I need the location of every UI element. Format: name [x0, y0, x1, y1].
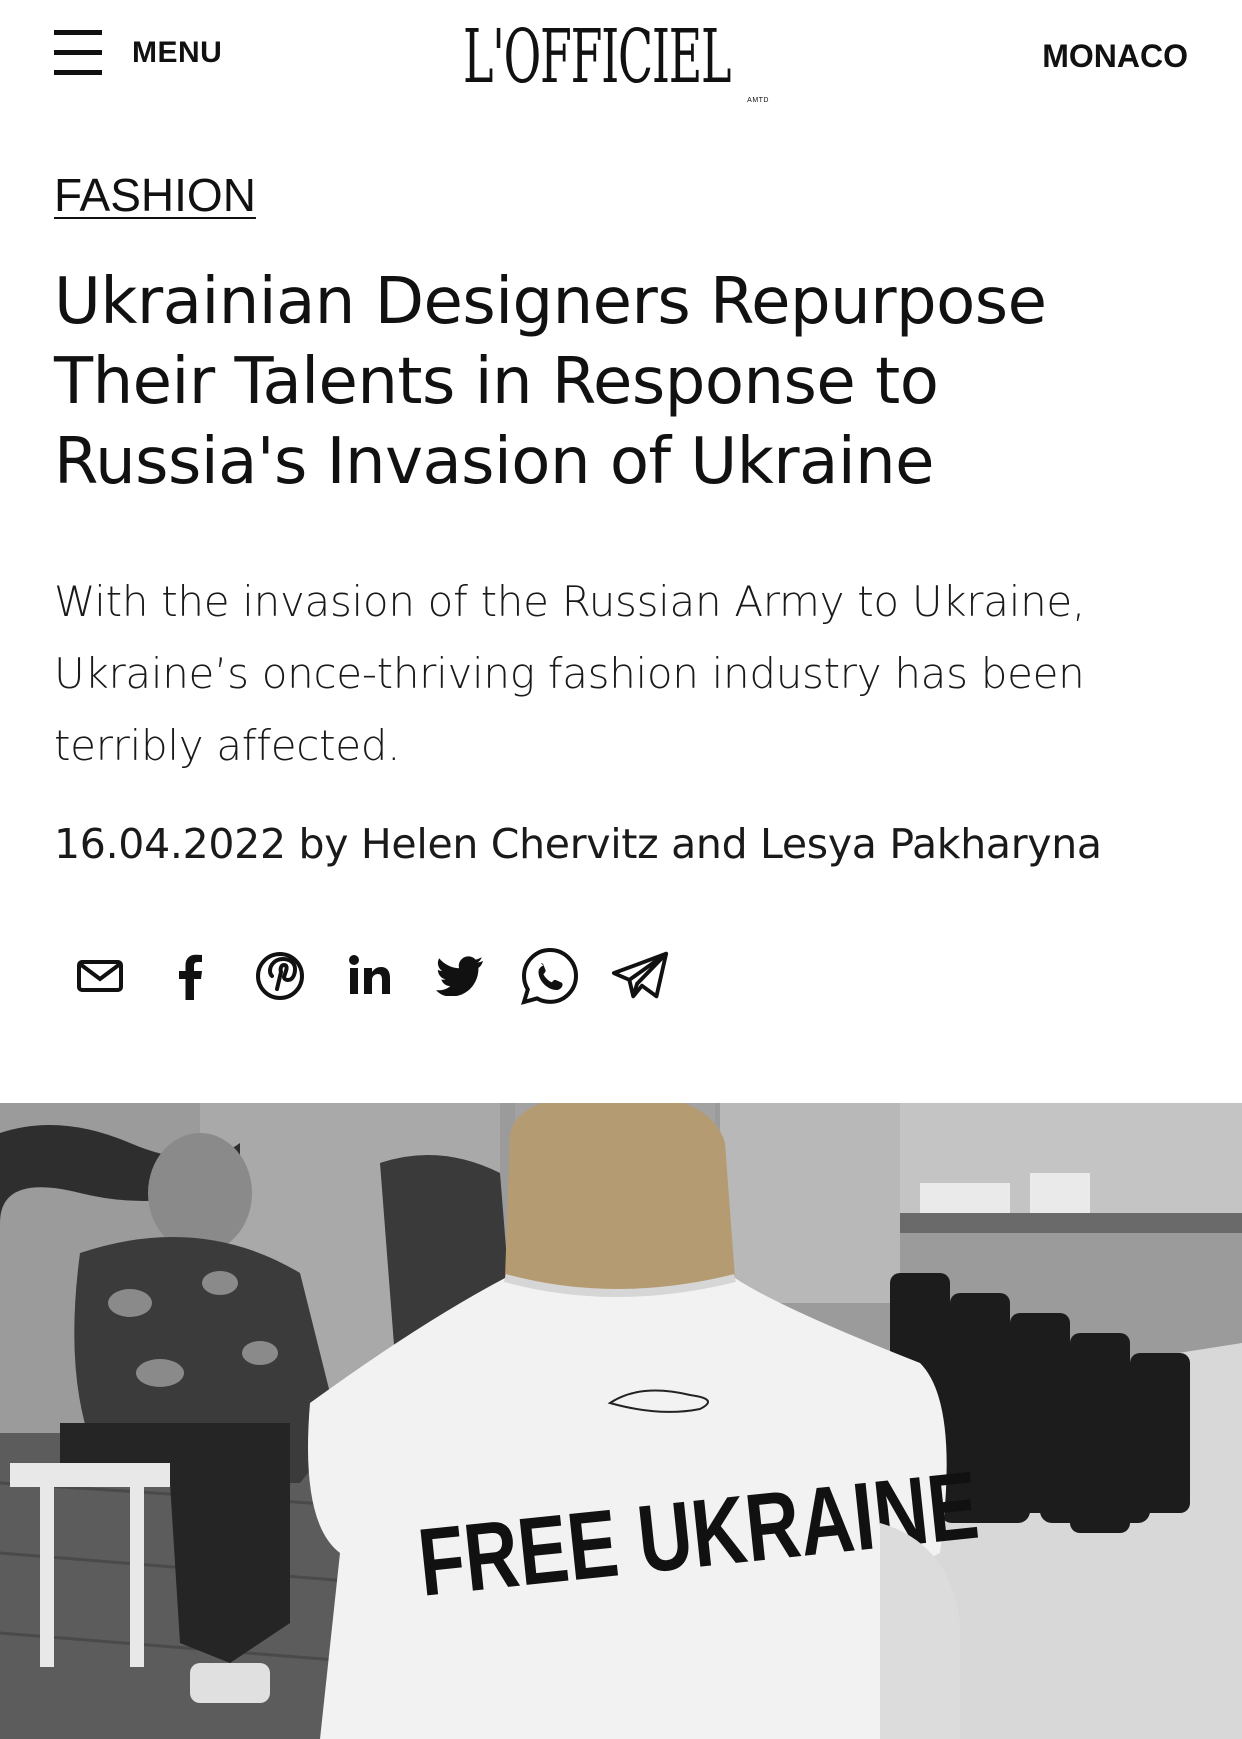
whatsapp-share-button[interactable]: [520, 946, 580, 1006]
site-logo[interactable]: L'OFFICIEL AMTD: [463, 12, 783, 104]
twitter-share-button[interactable]: [430, 946, 490, 1006]
region-selector[interactable]: MONACO: [1042, 38, 1188, 75]
pinterest-icon: [256, 952, 304, 1000]
logo-subtext: AMTD: [747, 97, 769, 104]
hamburger-icon: [54, 28, 102, 78]
telegram-icon: [611, 951, 669, 999]
share-bar: [70, 946, 700, 1006]
whatsapp-icon: [521, 947, 579, 1005]
article-meta: 16.04.2022 by Helen Chervitz and Lesya P…: [54, 820, 1102, 868]
linkedin-icon: [349, 955, 390, 994]
category-link[interactable]: FASHION: [54, 168, 256, 222]
facebook-share-button[interactable]: [160, 946, 220, 1006]
telegram-share-button[interactable]: [610, 946, 670, 1006]
logo-text: L'OFFICIEL: [463, 14, 732, 100]
article-lead: With the invasion of the Russian Army to…: [54, 577, 1085, 770]
menu-button[interactable]: MENU: [54, 28, 222, 78]
site-header: MENU L'OFFICIEL AMTD MONACO: [0, 0, 1242, 118]
hero-photo: FREE UKRAINE: [0, 1103, 1242, 1739]
menu-label: MENU: [132, 36, 223, 69]
hero-image: FREE UKRAINE: [0, 1103, 1242, 1739]
pinterest-share-button[interactable]: [250, 946, 310, 1006]
article-title: Ukrainian Designers Repurpose Their Tale…: [54, 265, 1047, 499]
linkedin-share-button[interactable]: [340, 946, 400, 1006]
email-icon: [77, 960, 123, 992]
email-share-button[interactable]: [70, 946, 130, 1006]
twitter-icon: [436, 956, 483, 996]
facebook-icon: [179, 954, 202, 1000]
